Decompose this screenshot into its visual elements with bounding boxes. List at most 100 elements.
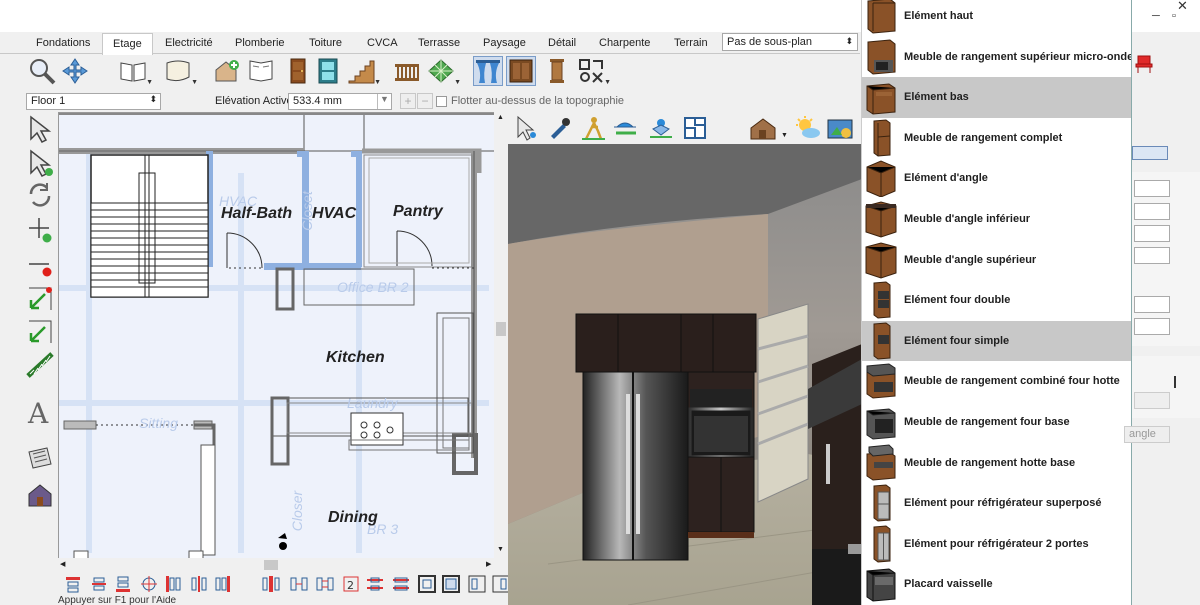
distribute-h-icon[interactable]: [262, 574, 280, 594]
align-center-icon[interactable]: [190, 574, 208, 594]
column-icon[interactable]: [542, 56, 572, 86]
book-open-icon[interactable]: ▼: [118, 56, 153, 86]
catalog-item-double-oven[interactable]: Elément four double: [862, 280, 1131, 321]
house-view-icon[interactable]: [25, 480, 55, 510]
scroll-thumb[interactable]: [264, 560, 278, 570]
catalog-item-upper-corner[interactable]: Meuble d'angle supérieur: [862, 240, 1131, 281]
catalog-item-microwave[interactable]: Meuble de rangement supérieur micro-onde: [862, 37, 1131, 78]
text-icon[interactable]: A: [25, 397, 55, 427]
close-icon[interactable]: ✕: [1177, 0, 1188, 14]
render-settings-icon[interactable]: [826, 115, 856, 141]
catalog-item-corner[interactable]: Elément d'angle: [862, 158, 1131, 199]
property-field[interactable]: [1134, 203, 1170, 220]
space-h-alt-icon[interactable]: [316, 574, 334, 594]
scroll-left-icon[interactable]: ◀: [60, 560, 65, 568]
film-icon[interactable]: [25, 444, 55, 474]
catalog-item-oven-hood[interactable]: Meuble de rangement combiné four hotte: [862, 361, 1131, 402]
railing-icon[interactable]: [392, 56, 422, 86]
cabinet-icon[interactable]: [506, 56, 536, 86]
select-multiple-icon[interactable]: [25, 148, 55, 178]
tab-toiture[interactable]: Toiture: [307, 36, 344, 54]
float-checkbox[interactable]: [436, 96, 447, 107]
dimension-alt-icon[interactable]: [25, 317, 55, 347]
break-line-icon[interactable]: [25, 350, 55, 380]
select-arrow-icon[interactable]: [25, 114, 55, 144]
tab-charpente[interactable]: Charpente: [597, 36, 652, 54]
space-h-icon[interactable]: [290, 574, 308, 594]
zoom-icon[interactable]: [27, 56, 57, 86]
splitter-handle[interactable]: [1174, 376, 1176, 388]
elevation-input[interactable]: 533.4 mm ▼: [288, 93, 392, 110]
scroll-right-icon[interactable]: ▶: [486, 560, 491, 568]
restore-icon[interactable]: ▫: [1172, 10, 1176, 22]
rotate-icon[interactable]: [25, 180, 55, 210]
aerial-view-icon[interactable]: [612, 115, 638, 141]
align-rows-alt-icon[interactable]: [392, 574, 410, 594]
view3d-render[interactable]: [508, 144, 862, 605]
dimension-icon[interactable]: [25, 284, 55, 314]
property-field[interactable]: [1134, 392, 1170, 409]
decrease-button[interactable]: −: [417, 93, 433, 109]
property-field[interactable]: [1134, 318, 1170, 335]
chevron-down-icon[interactable]: ▼: [377, 94, 391, 109]
catalog-item-base[interactable]: Elément bas: [862, 77, 1131, 118]
tab-plomberie[interactable]: Plomberie: [233, 36, 287, 54]
tab-detail[interactable]: Détail: [546, 36, 578, 54]
tab-terrain[interactable]: Terrain: [672, 36, 710, 54]
align-left-icon[interactable]: [164, 574, 182, 594]
catalog-item-hood-base[interactable]: Meuble de rangement hotte base: [862, 443, 1131, 484]
center-icon[interactable]: [140, 574, 158, 594]
chair-icon[interactable]: [1134, 54, 1156, 74]
window-icon[interactable]: [313, 56, 343, 86]
align-rows-icon[interactable]: [366, 574, 384, 594]
tab-fondations[interactable]: Fondations: [34, 36, 92, 54]
angle-button[interactable]: angle: [1124, 426, 1170, 443]
select-arrow-icon[interactable]: [513, 115, 539, 141]
eyedropper-icon[interactable]: [546, 115, 572, 141]
scroll-up-icon[interactable]: ▲: [497, 114, 504, 121]
plan-horizontal-scrollbar[interactable]: ◀ ▶: [58, 558, 508, 572]
door-icon[interactable]: [283, 56, 313, 86]
house-add-icon[interactable]: [212, 56, 242, 86]
property-field[interactable]: [1134, 180, 1170, 197]
orbit-icon[interactable]: [648, 115, 674, 141]
pan-icon[interactable]: [60, 56, 90, 86]
plan-vertical-scrollbar[interactable]: ▲ ▼: [494, 112, 508, 558]
align-right-icon[interactable]: [214, 574, 232, 594]
property-field[interactable]: [1134, 225, 1170, 242]
remove-point-icon[interactable]: [25, 252, 55, 282]
stairs-icon[interactable]: ▼: [346, 56, 381, 86]
catalog-item-lower-corner[interactable]: Meuble d'angle inférieur: [862, 199, 1131, 240]
catalog-item-two-door-fridge[interactable]: Elément pour réfrigérateur 2 portes: [862, 524, 1131, 565]
plan-3d-icon[interactable]: [682, 115, 708, 141]
dimension-box-icon[interactable]: 2: [342, 574, 360, 594]
scroll-thumb[interactable]: [496, 322, 506, 336]
chevron-down-icon[interactable]: ▼: [781, 132, 788, 139]
tab-terrasse[interactable]: Terrasse: [416, 36, 462, 54]
scroll-icon[interactable]: ▼: [163, 56, 198, 86]
property-field[interactable]: [1134, 296, 1170, 313]
align-bottom-icon[interactable]: [114, 574, 132, 594]
align-middle-icon[interactable]: [90, 574, 108, 594]
subplan-select[interactable]: Pas de sous-plan ⬍: [722, 33, 858, 51]
catalog-item-full[interactable]: Meuble de rangement complet: [862, 118, 1131, 159]
catalog-item-upper[interactable]: Elément haut: [862, 0, 1131, 37]
house-3d-icon[interactable]: [748, 115, 778, 141]
shapes-icon[interactable]: ▼: [576, 56, 611, 86]
align-top-icon[interactable]: [64, 574, 82, 594]
catalog-item-single-oven[interactable]: Elément four simple: [862, 320, 1131, 362]
floor-plan-view[interactable]: HVAC Closet Office BR 2 Laundry Sitting …: [58, 112, 508, 572]
tab-cvca[interactable]: CVCA: [365, 36, 400, 54]
walkthrough-icon[interactable]: [580, 115, 606, 141]
property-field[interactable]: [1134, 247, 1170, 264]
frame-icon[interactable]: [418, 574, 436, 594]
catalog-item-stacked-fridge[interactable]: Elément pour réfrigérateur superposé: [862, 483, 1131, 524]
catalog-item-oven-base[interactable]: Meuble de rangement four base: [862, 402, 1131, 443]
increase-button[interactable]: +: [400, 93, 416, 109]
selected-field[interactable]: [1132, 146, 1168, 160]
scroll-down-icon[interactable]: ▼: [497, 546, 504, 553]
hatch-icon[interactable]: ▼: [426, 56, 461, 86]
frame-alt-icon[interactable]: [442, 574, 460, 594]
layout-grid-icon[interactable]: [468, 574, 486, 594]
layout-icon[interactable]: [246, 56, 276, 86]
